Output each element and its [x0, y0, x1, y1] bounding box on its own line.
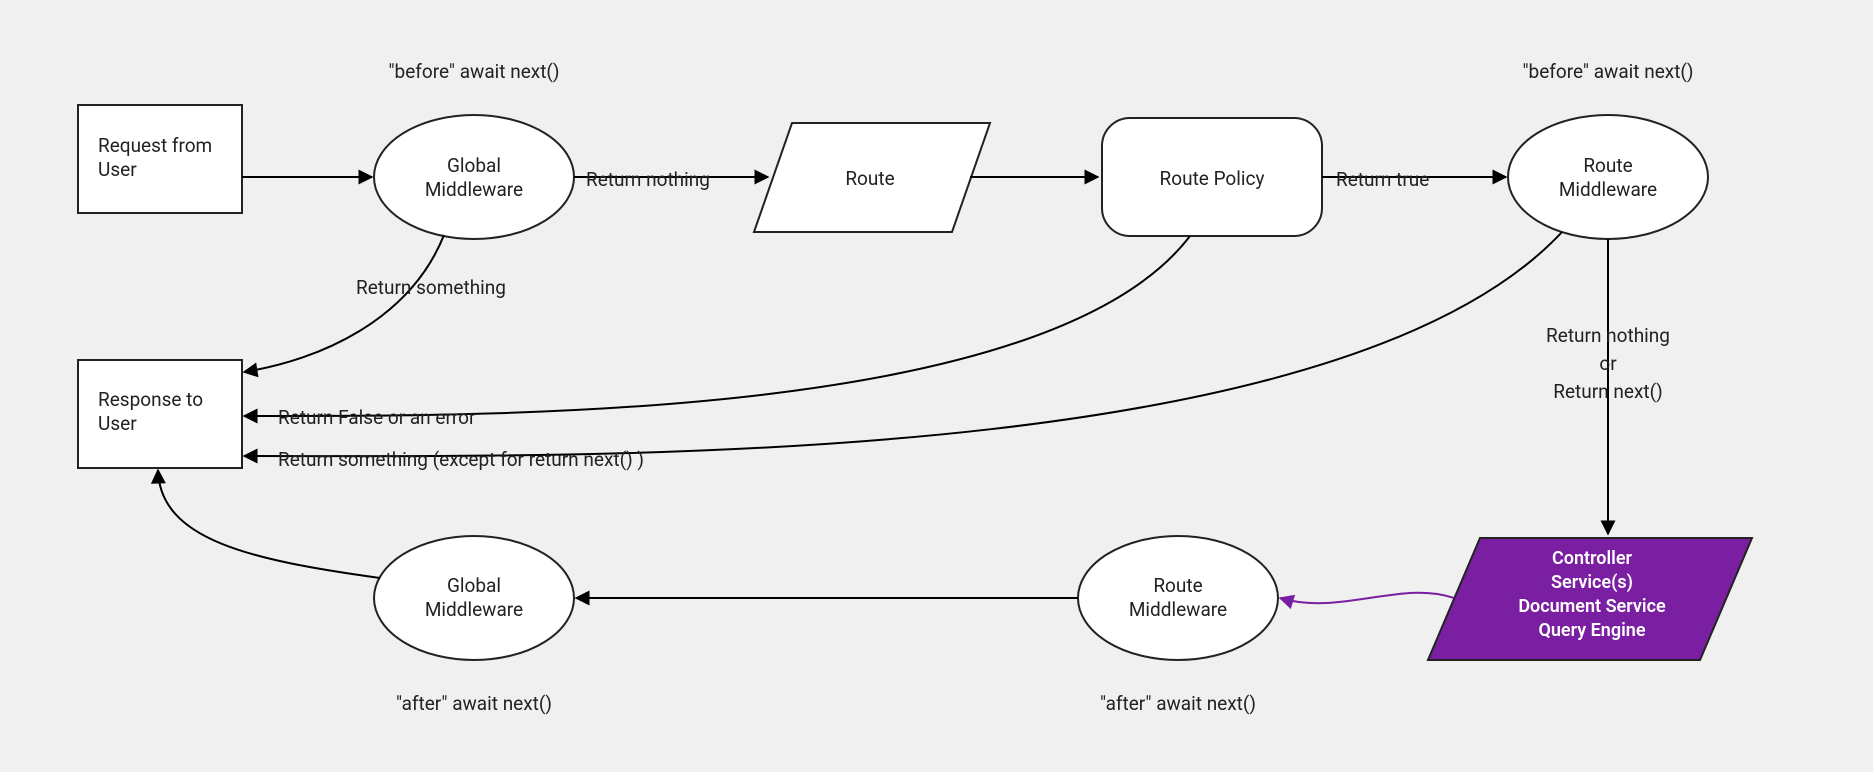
flow-diagram: Request from User Global Middleware "bef… — [0, 0, 1873, 772]
label-controller-l2: Service(s) — [1551, 572, 1633, 593]
edgelabel-rm-to-ctrl-l2: or — [1599, 352, 1617, 375]
edgelabel-policy-to-rm: Return true — [1336, 168, 1429, 191]
node-controller-stack: Controller Service(s) Document Service Q… — [1428, 538, 1752, 660]
node-global-middleware-after: Global Middleware — [374, 536, 574, 660]
label-response-l2: User — [98, 412, 137, 435]
edge-gm-after-to-response — [158, 470, 380, 578]
node-route-middleware-after: Route Middleware — [1078, 536, 1278, 660]
node-request: Request from User — [78, 105, 242, 213]
label-rm-after-l2: Middleware — [1129, 598, 1227, 621]
edgelabel-gm-to-route: Return nothing — [586, 168, 710, 191]
edge-gm-to-response — [244, 235, 444, 372]
edgelabel-gm-to-response: Return something — [356, 276, 506, 299]
note-rm-before: "before" await next() — [1522, 60, 1693, 83]
label-response-l1: Response to — [98, 388, 203, 411]
label-controller-l3: Document Service — [1518, 596, 1666, 617]
edgelabel-rm-to-response: Return something (except for return next… — [278, 448, 644, 471]
label-gm-before-l1: Global — [447, 154, 501, 177]
edge-controller-to-rm-after — [1280, 593, 1454, 603]
note-gm-after: "after" await next() — [396, 692, 552, 715]
label-rm-after-l1: Route — [1153, 574, 1202, 597]
edge-policy-to-response — [244, 236, 1190, 416]
node-route: Route — [754, 123, 990, 232]
edgelabel-policy-to-response: Return False or an error — [278, 406, 476, 429]
label-route: Route — [845, 167, 894, 190]
note-rm-after: "after" await next() — [1100, 692, 1256, 715]
node-response: Response to User — [78, 360, 242, 468]
edgelabel-rm-to-ctrl-l1: Return nothing — [1546, 324, 1670, 347]
label-gm-after-l1: Global — [447, 574, 501, 597]
label-request-l2: User — [98, 158, 137, 181]
note-gm-before: "before" await next() — [388, 60, 559, 83]
label-request-l1: Request from — [98, 134, 212, 157]
label-rm-before-l2: Middleware — [1559, 178, 1657, 201]
node-route-middleware-before: Route Middleware — [1508, 115, 1708, 239]
label-controller-l1: Controller — [1552, 548, 1633, 569]
node-route-policy: Route Policy — [1102, 118, 1322, 236]
node-global-middleware-before: Global Middleware — [374, 115, 574, 239]
label-rm-before-l1: Route — [1583, 154, 1632, 177]
label-controller-l4: Query Engine — [1538, 620, 1645, 641]
edgelabel-rm-to-ctrl-l3: Return next() — [1553, 380, 1662, 403]
label-gm-after-l2: Middleware — [425, 598, 523, 621]
label-gm-before-l2: Middleware — [425, 178, 523, 201]
label-route-policy: Route Policy — [1160, 167, 1265, 190]
